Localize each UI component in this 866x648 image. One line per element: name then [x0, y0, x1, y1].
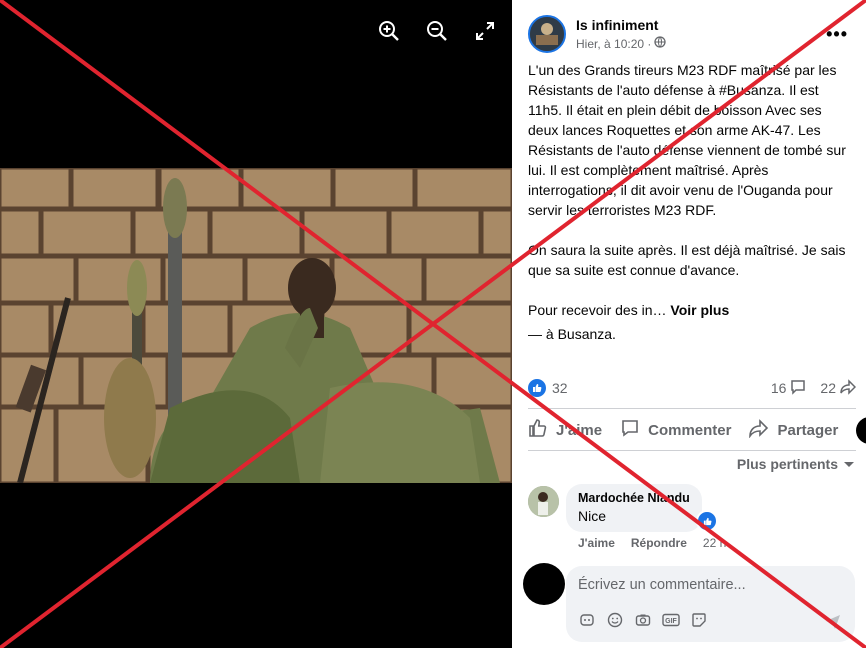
- svg-text:GIF: GIF: [665, 618, 677, 625]
- comments-stat[interactable]: 16: [771, 379, 807, 398]
- share-button[interactable]: Partager: [749, 418, 838, 442]
- sticker-icon[interactable]: [690, 611, 708, 629]
- post-panel: Is infiniment Hier, à 10:20 · ••• L'un d…: [512, 0, 866, 648]
- shares-count: 22: [820, 380, 836, 396]
- camera-icon[interactable]: [634, 611, 652, 629]
- comment-composer[interactable]: Écrivez un commentaire... GIF: [566, 566, 855, 642]
- chevron-down-icon: [844, 456, 854, 472]
- share-icon: [749, 418, 769, 442]
- like-button[interactable]: J'aime: [528, 418, 602, 442]
- comment-text: Nice: [578, 508, 607, 524]
- like-reaction-icon[interactable]: [696, 510, 718, 532]
- post-truncated-text: Pour recevoir des in…: [528, 302, 667, 318]
- avatar-sticker-icon[interactable]: [578, 611, 596, 629]
- likes-count[interactable]: 32: [552, 380, 568, 396]
- share-arrow-icon: [840, 378, 857, 398]
- comment-sort-dropdown[interactable]: Plus pertinents: [737, 456, 854, 472]
- comment-bubble-icon: [790, 379, 806, 398]
- divider: [528, 408, 856, 409]
- shares-stat[interactable]: 22: [820, 378, 857, 398]
- post-header: Is infiniment Hier, à 10:20 ·: [528, 15, 667, 53]
- composer-avatar: [523, 563, 565, 605]
- comment-reply-link[interactable]: Répondre: [631, 536, 687, 550]
- comment-label: Commenter: [648, 421, 732, 439]
- post-meta: Hier, à 10:20 ·: [576, 36, 667, 51]
- composer-toolbar: GIF: [578, 611, 708, 629]
- author-name[interactable]: Is infiniment: [576, 17, 666, 33]
- location-link[interactable]: Busanza.: [558, 326, 616, 342]
- zoom-in-icon[interactable]: [376, 18, 402, 44]
- comment-input[interactable]: Écrivez un commentaire...: [578, 577, 746, 593]
- sort-label: Plus pertinents: [736, 456, 838, 472]
- emoji-icon[interactable]: [606, 611, 624, 629]
- reaction-stats: 32 16 22: [528, 377, 857, 399]
- comment-bubble: Mardochée Niandu Nice: [566, 484, 702, 532]
- comment-actions: J'aime Répondre 22 h: [578, 536, 726, 550]
- thumbs-up-icon: [528, 418, 548, 442]
- reaction-profile-selector[interactable]: [856, 416, 866, 444]
- post-paragraph: Pour recevoir des in… Voir plus: [528, 300, 852, 320]
- see-more-link[interactable]: Voir plus: [670, 302, 729, 318]
- gif-icon[interactable]: GIF: [662, 611, 680, 629]
- commenter-name[interactable]: Mardochée Niandu: [578, 491, 690, 505]
- divider: [528, 450, 856, 451]
- post-photo[interactable]: [0, 168, 512, 483]
- comment-like-link[interactable]: J'aime: [578, 536, 615, 550]
- comments-count: 16: [770, 380, 787, 396]
- viewer-toolbar: [376, 18, 498, 44]
- zoom-out-icon[interactable]: [424, 18, 450, 44]
- author-avatar[interactable]: [528, 15, 566, 53]
- post-location: — à Busanza.: [528, 324, 852, 344]
- share-label: Partager: [777, 421, 839, 439]
- send-icon[interactable]: [825, 613, 841, 634]
- globe-icon: [654, 36, 667, 51]
- comment-button[interactable]: Commenter: [620, 418, 731, 442]
- post-time[interactable]: Hier, à 10:20 ·: [576, 37, 651, 51]
- like-reaction-icon[interactable]: [528, 379, 546, 397]
- post-paragraph: On saura la suite après. Il est déjà maî…: [528, 242, 846, 278]
- post-text: L'un des Grands tireurs M23 RDF maîtrisé…: [528, 60, 852, 344]
- comment-icon: [620, 418, 640, 442]
- comment-time[interactable]: 22 h: [703, 536, 726, 550]
- more-options-icon[interactable]: •••: [826, 24, 848, 45]
- fullscreen-icon[interactable]: [472, 18, 498, 44]
- profile-avatar: [856, 416, 866, 444]
- commenter-avatar[interactable]: [528, 486, 559, 517]
- like-label: J'aime: [556, 421, 603, 439]
- post-paragraph: L'un des Grands tireurs M23 RDF maîtrisé…: [528, 62, 846, 218]
- photo-viewer: [0, 0, 512, 648]
- post-actions: J'aime Commenter Partager: [528, 412, 866, 448]
- location-prefix: — à: [528, 326, 554, 342]
